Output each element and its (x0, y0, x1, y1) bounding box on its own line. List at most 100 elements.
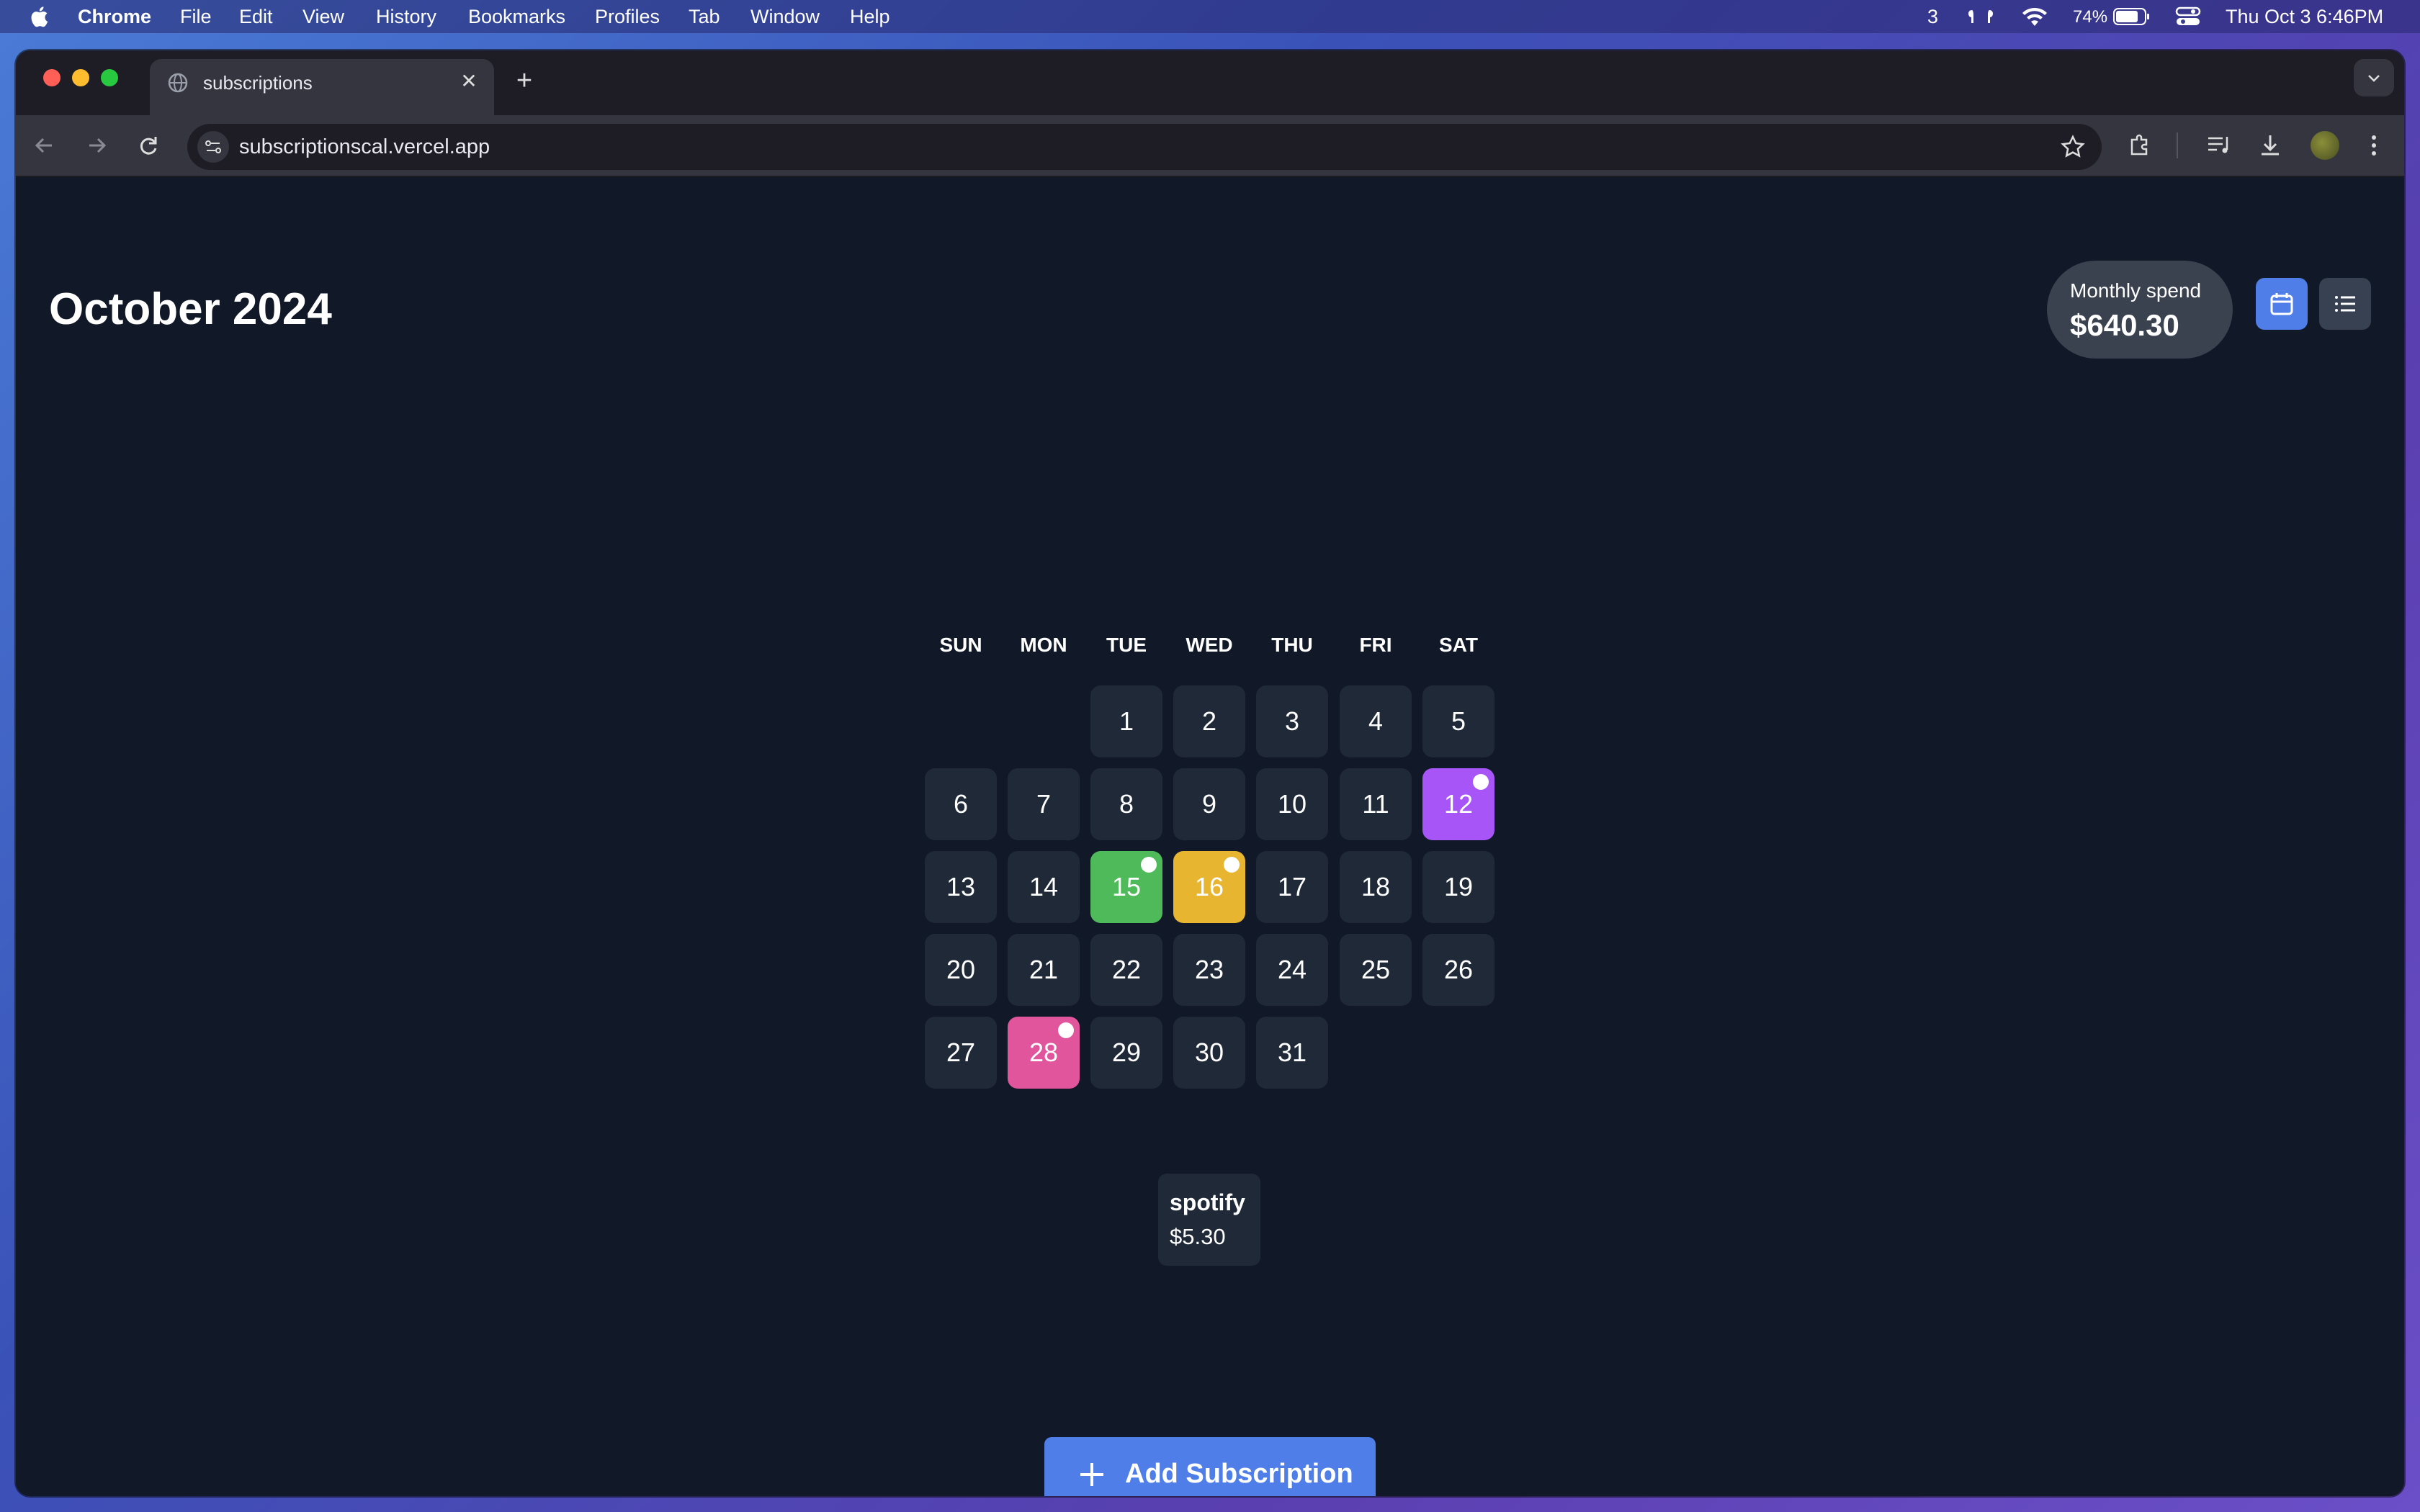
calendar-day[interactable]: 14 (1008, 851, 1080, 923)
calendar-day-with-subscription[interactable]: 15 (1090, 851, 1162, 923)
more-menu-icon[interactable] (2357, 128, 2391, 163)
close-window-button[interactable] (43, 69, 60, 86)
calendar-day-number: 5 (1451, 706, 1466, 736)
status-badge-count[interactable]: 3 (1927, 6, 1938, 28)
calendar-day[interactable]: 7 (1008, 768, 1080, 840)
calendar-day[interactable]: 19 (1422, 851, 1494, 923)
calendar-day-number: 11 (1362, 789, 1389, 819)
close-tab-icon[interactable]: ✕ (457, 69, 481, 94)
download-icon[interactable] (2253, 128, 2287, 163)
menu-history[interactable]: History (376, 6, 436, 28)
battery-percent[interactable]: 74% (2073, 7, 2107, 27)
calendar-day-number: 18 (1361, 872, 1391, 901)
calendar-day[interactable]: 8 (1090, 768, 1162, 840)
calendar-day-number: 15 (1111, 872, 1142, 901)
list-view-button[interactable] (2319, 278, 2371, 330)
calendar-day[interactable]: 3 (1256, 685, 1328, 757)
calendar-day[interactable]: 2 (1173, 685, 1245, 757)
menu-tab[interactable]: Tab (689, 6, 720, 28)
subscription-dot-indicator (1141, 857, 1157, 873)
airpods-icon[interactable] (1966, 7, 1995, 26)
calendar-day[interactable]: 26 (1422, 934, 1494, 1006)
monthly-spend-label: Monthly spend (2070, 279, 2202, 302)
add-subscription-label: Add Subscription (1125, 1459, 1353, 1489)
address-bar[interactable]: subscriptionscal.vercel.app (187, 124, 2102, 170)
globe-icon (168, 73, 188, 93)
profile-avatar[interactable] (2311, 131, 2339, 160)
calendar-day-number: 21 (1028, 955, 1059, 984)
calendar-day[interactable]: 13 (925, 851, 997, 923)
calendar-day[interactable]: 18 (1340, 851, 1412, 923)
back-arrow-icon[interactable] (27, 128, 62, 163)
calendar-day-number: 2 (1201, 706, 1217, 736)
battery-icon[interactable] (2113, 7, 2151, 26)
menu-bookmarks[interactable]: Bookmarks (468, 6, 565, 28)
subscription-card[interactable]: spotify $5.30 (1158, 1174, 1260, 1266)
subscription-price: $5.30 (1170, 1224, 1226, 1249)
calendar-day[interactable]: 11 (1340, 768, 1412, 840)
menu-app-chrome[interactable]: Chrome (78, 6, 151, 28)
weekday-header: FRI (1359, 634, 1392, 656)
calendar-day[interactable]: 25 (1340, 934, 1412, 1006)
calendar-day[interactable]: 20 (925, 934, 997, 1006)
calendar-day-number: 10 (1277, 789, 1307, 819)
calendar-day[interactable]: 27 (925, 1017, 997, 1089)
extensions-icon[interactable] (2123, 128, 2158, 163)
menu-help[interactable]: Help (850, 6, 890, 28)
calendar-icon (2270, 293, 2293, 315)
calendar-view-button[interactable] (2256, 278, 2308, 330)
calendar-day-number: 8 (1119, 789, 1134, 819)
forward-arrow-icon[interactable] (79, 128, 114, 163)
minimize-window-button[interactable] (72, 69, 89, 86)
tab-subscriptions[interactable]: subscriptions ✕ (150, 59, 494, 115)
calendar-day-with-subscription[interactable]: 12 (1422, 768, 1494, 840)
site-info-icon[interactable] (197, 131, 229, 163)
menu-file[interactable]: File (180, 6, 212, 28)
calendar-day[interactable]: 30 (1173, 1017, 1245, 1089)
menubar-clock[interactable]: Thu Oct 3 6:46PM (2226, 6, 2383, 28)
calendar-day[interactable]: 24 (1256, 934, 1328, 1006)
calendar-day[interactable]: 1 (1090, 685, 1162, 757)
calendar-day[interactable]: 17 (1256, 851, 1328, 923)
macos-menubar: Chrome File Edit View History Bookmarks … (0, 0, 2420, 33)
calendar-day-with-subscription[interactable]: 16 (1173, 851, 1245, 923)
calendar-day-with-subscription[interactable]: 28 (1008, 1017, 1080, 1089)
calendar-day[interactable]: 23 (1173, 934, 1245, 1006)
calendar-day[interactable]: 31 (1256, 1017, 1328, 1089)
apple-logo-icon[interactable] (27, 4, 49, 29)
calendar-day[interactable]: 21 (1008, 934, 1080, 1006)
bookmark-star-icon[interactable] (2060, 134, 2086, 160)
menu-view[interactable]: View (302, 6, 344, 28)
calendar-day[interactable]: 22 (1090, 934, 1162, 1006)
menu-window[interactable]: Window (750, 6, 820, 28)
plus-icon (1080, 1463, 1103, 1486)
calendar-day-number: 6 (953, 789, 969, 819)
calendar-day[interactable]: 4 (1340, 685, 1412, 757)
menu-profiles[interactable]: Profiles (595, 6, 660, 28)
reload-icon[interactable] (131, 128, 166, 163)
calendar-day-number: 13 (946, 872, 976, 901)
calendar-day[interactable]: 5 (1422, 685, 1494, 757)
new-tab-icon[interactable]: + (508, 66, 540, 98)
calendar-day-number: 12 (1443, 789, 1474, 819)
menu-edit[interactable]: Edit (239, 6, 273, 28)
control-center-icon[interactable] (2175, 6, 2201, 27)
zoom-window-button[interactable] (101, 69, 118, 86)
tab-search-button[interactable] (2354, 59, 2394, 96)
calendar-day[interactable]: 6 (925, 768, 997, 840)
wifi-icon[interactable] (2021, 7, 2048, 27)
calendar-day[interactable]: 10 (1256, 768, 1328, 840)
calendar-day-number: 7 (1036, 789, 1052, 819)
calendar-day-number: 20 (946, 955, 976, 984)
toolbar-divider (2177, 132, 2178, 158)
media-control-icon[interactable] (2201, 128, 2236, 163)
calendar-day-number: 27 (946, 1038, 976, 1067)
calendar-day[interactable]: 9 (1173, 768, 1245, 840)
url-text[interactable]: subscriptionscal.vercel.app (239, 135, 490, 159)
calendar-day-number: 29 (1111, 1038, 1142, 1067)
calendar-day[interactable]: 29 (1090, 1017, 1162, 1089)
subscription-dot-indicator (1473, 774, 1489, 790)
weekday-header: MON (1020, 634, 1067, 656)
weekday-header: TUE (1106, 634, 1147, 656)
add-subscription-button[interactable]: Add Subscription (1044, 1437, 1376, 1496)
